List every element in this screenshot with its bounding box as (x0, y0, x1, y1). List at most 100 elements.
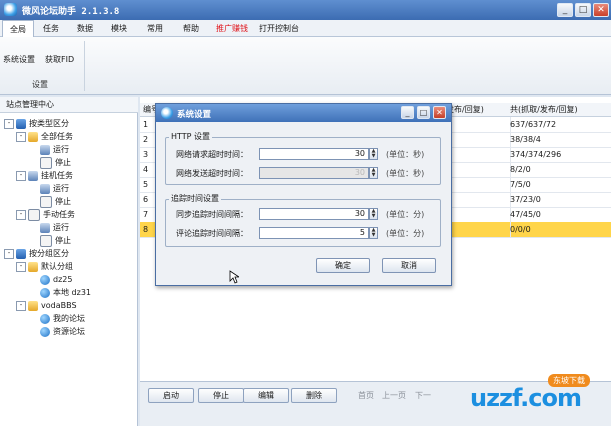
sync-interval-unit: (单位：分) (386, 210, 425, 219)
send-timeout-label: 网络发送超时时间： (176, 169, 248, 178)
tree-node[interactable]: 停止 (4, 234, 136, 247)
globe-icon (40, 313, 50, 324)
tree-node[interactable]: - 全部任务 (4, 130, 136, 143)
expand-toggle-icon[interactable]: - (16, 131, 26, 142)
tree-node[interactable]: 我的论坛 (4, 312, 136, 325)
close-button[interactable]: ✕ (593, 3, 609, 17)
tab-modules[interactable]: 模块 (104, 20, 134, 37)
tree-node-label: 本地 dz31 (53, 288, 91, 297)
cell-total: 38/38/4 (507, 132, 611, 148)
pager-first[interactable]: 首页 (358, 390, 374, 401)
http-group-title: HTTP 设置 (169, 131, 213, 142)
expand-toggle-icon[interactable]: - (16, 300, 26, 311)
watermark-text: uzzf.com (470, 384, 582, 412)
dialog-title-bar: 系统设置 _ □ ✕ (156, 104, 451, 122)
dialog-maximize-button[interactable]: □ (417, 106, 430, 119)
tree-node[interactable]: - 默认分组 (4, 260, 136, 273)
ok-button[interactable]: 确定 (316, 258, 370, 273)
tab-common[interactable]: 常用 (140, 20, 170, 37)
cell-total: 7/5/0 (507, 177, 611, 193)
tree-node[interactable]: - 按类型区分 (4, 117, 136, 130)
pager-prev[interactable]: 上一页 (382, 390, 406, 401)
tree-node[interactable]: 运行 (4, 182, 136, 195)
tree-node-label: 停止 (55, 197, 71, 206)
tab-open-console[interactable]: 打开控制台 (252, 20, 306, 37)
system-settings-dialog: 系统设置 _ □ ✕ HTTP 设置 网络请求超时时间： 30 ▲ ▼ (单位：秒… (155, 103, 452, 286)
expand-toggle-icon[interactable]: - (4, 118, 14, 129)
system-settings-button[interactable]: 系统设置 (3, 54, 35, 65)
tree-node[interactable]: - 手动任务 (4, 208, 136, 221)
tree-node-label: 挂机任务 (41, 171, 73, 180)
tree-node[interactable]: - 按分组区分 (4, 247, 136, 260)
folder-icon (28, 300, 38, 311)
comment-interval-input[interactable]: 5 (259, 227, 369, 239)
grid-header-total: 共(抓取/发布/回复) (510, 105, 578, 114)
dialog-minimize-button[interactable]: _ (401, 106, 414, 119)
start-button[interactable]: 启动 (148, 388, 194, 403)
globe-icon (40, 287, 50, 298)
expand-toggle-icon[interactable]: - (16, 170, 26, 181)
cell-total: 37/23/0 (507, 192, 611, 208)
tab-global[interactable]: 全局 (2, 20, 34, 37)
menu-tabs: 全局 任务 数据 模块 常用 帮助 推广赚钱 打开控制台 (0, 20, 611, 37)
sync-interval-spinner[interactable]: ▲ ▼ (369, 208, 378, 220)
tree-node[interactable]: - 挂机任务 (4, 169, 136, 182)
get-fid-button[interactable]: 获取FID (45, 54, 74, 65)
task-icon (40, 183, 50, 194)
stop-button[interactable]: 停止 (198, 388, 244, 403)
tree-node[interactable]: 资源论坛 (4, 325, 136, 338)
request-timeout-spinner[interactable]: ▲ ▼ (369, 148, 378, 160)
tab-data[interactable]: 数据 (70, 20, 100, 37)
tree-node-label: 停止 (55, 236, 71, 245)
delete-button[interactable]: 删除 (291, 388, 337, 403)
send-timeout-spinner[interactable]: ▲ ▼ (369, 167, 378, 179)
globe-icon (40, 326, 50, 337)
comment-interval-spinner[interactable]: ▲ ▼ (369, 227, 378, 239)
tree-node[interactable]: 本地 dz31 (4, 286, 136, 299)
tree-node-label: 运行 (53, 184, 69, 193)
send-timeout-unit: (单位：秒) (386, 169, 425, 178)
tree-node[interactable]: 停止 (4, 156, 136, 169)
ribbon-group-label: 设置 (32, 80, 48, 89)
expand-toggle-icon[interactable]: - (16, 261, 26, 272)
comment-interval-unit: (单位：分) (386, 229, 425, 238)
tree-node-label: 我的论坛 (53, 314, 85, 323)
minimize-button[interactable]: _ (557, 3, 573, 17)
tree-node[interactable]: - vodaBBS (4, 299, 136, 312)
tree-node-label: 运行 (53, 145, 69, 154)
tree-node[interactable]: dz25 (4, 273, 136, 286)
app-icon (4, 3, 17, 16)
tree-node-label: 默认分组 (41, 262, 73, 271)
tab-tasks[interactable]: 任务 (36, 20, 66, 37)
task-icon (28, 170, 38, 181)
expand-toggle-icon[interactable]: - (16, 209, 26, 220)
tree-node[interactable]: 运行 (4, 221, 136, 234)
dialog-close-button[interactable]: ✕ (433, 106, 446, 119)
cancel-button[interactable]: 取消 (382, 258, 436, 273)
tab-help[interactable]: 帮助 (176, 20, 206, 37)
track-group-title: 追踪时间设置 (169, 193, 221, 204)
tree-node-label: dz25 (53, 275, 73, 284)
tab-promote[interactable]: 推广赚钱 (209, 20, 255, 37)
request-timeout-label: 网络请求超时时间： (176, 150, 248, 159)
tree-node[interactable]: 运行 (4, 143, 136, 156)
edit-button[interactable]: 编辑 (243, 388, 289, 403)
comment-interval-label: 评论追踪时间间隔： (176, 229, 248, 238)
expand-toggle-icon[interactable]: - (4, 248, 14, 259)
window-title: 微风论坛助手 2.1.3.8 (22, 7, 120, 17)
request-timeout-input[interactable]: 30 (259, 148, 369, 160)
server-icon (16, 248, 26, 259)
sync-interval-input[interactable]: 30 (259, 208, 369, 220)
folder-icon (28, 131, 38, 142)
globe-icon (40, 274, 50, 285)
pager-next[interactable]: 下一 (415, 390, 431, 401)
cell-total: 374/374/296 (507, 147, 611, 163)
maximize-button[interactable]: □ (575, 3, 591, 17)
cell-total: 0/0/0 (507, 222, 611, 238)
request-timeout-unit: (单位：秒) (386, 150, 425, 159)
tree-node-label: vodaBBS (41, 301, 77, 310)
folder-icon (28, 261, 38, 272)
send-timeout-input[interactable]: 30 (259, 167, 369, 179)
tree-node[interactable]: 停止 (4, 195, 136, 208)
tree-node-label: 按类型区分 (29, 119, 69, 128)
